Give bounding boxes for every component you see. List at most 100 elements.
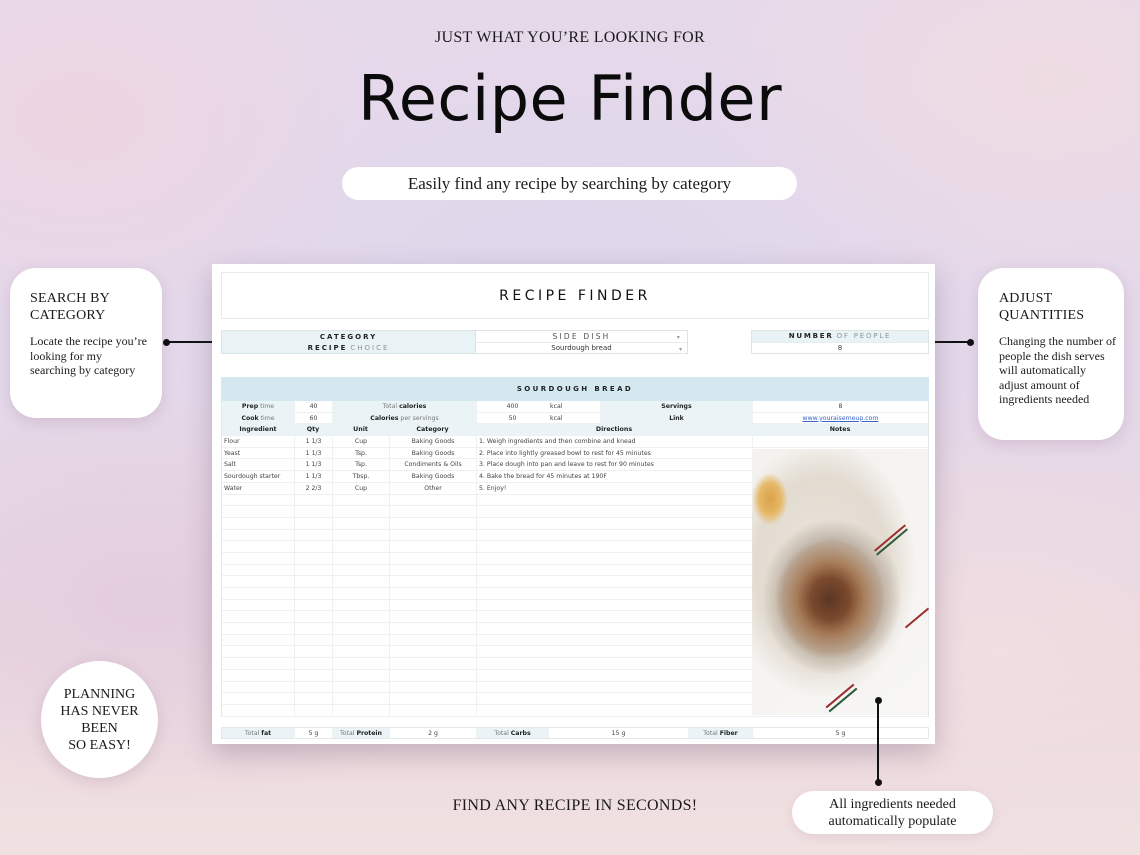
ingredient-qty[interactable] [294, 506, 332, 517]
direction-step[interactable] [476, 634, 752, 646]
ingredient-category[interactable]: Other [389, 482, 476, 494]
ingredient-unit[interactable] [332, 704, 389, 716]
direction-step[interactable] [476, 681, 752, 693]
direction-step[interactable]: 4. Bake the bread for 45 minutes at 190F [476, 471, 752, 482]
ingredient-qty[interactable] [294, 564, 332, 576]
ingredient-unit[interactable] [332, 529, 389, 541]
ingredient-qty[interactable] [294, 576, 332, 587]
direction-step[interactable] [476, 494, 752, 506]
ingredient-unit[interactable] [332, 541, 389, 552]
direction-step[interactable] [476, 552, 752, 564]
ingredient-qty[interactable]: 1 1/3 [294, 447, 332, 459]
ingredient-name[interactable] [222, 682, 294, 693]
total-calories-value[interactable]: 400 [476, 401, 548, 412]
direction-step[interactable] [476, 611, 752, 623]
ingredient-category[interactable] [389, 576, 476, 587]
direction-step[interactable] [476, 541, 752, 552]
ingredient-qty[interactable] [294, 623, 332, 634]
ingredient-category[interactable] [389, 669, 476, 681]
ingredient-name[interactable] [222, 506, 294, 517]
ingredient-name[interactable] [222, 646, 294, 657]
direction-step[interactable] [476, 517, 752, 529]
ingredient-name[interactable]: Salt [222, 459, 294, 470]
ingredient-name[interactable] [222, 565, 294, 576]
ingredient-qty[interactable]: 1 1/3 [294, 436, 332, 447]
ingredient-unit[interactable] [332, 634, 389, 646]
ingredient-unit[interactable]: Cup [332, 436, 389, 447]
ingredient-unit[interactable] [332, 599, 389, 611]
ingredient-name[interactable]: Water [222, 483, 294, 494]
prep-time-value[interactable]: 40 [294, 401, 332, 412]
ingredient-category[interactable] [389, 634, 476, 646]
ingredient-unit[interactable] [332, 681, 389, 693]
recipe-link-text[interactable]: www.youraisemeup.com [803, 415, 879, 422]
ingredient-qty[interactable] [294, 669, 332, 681]
direction-step[interactable]: 1. Weigh ingredients and then combine an… [476, 436, 752, 447]
ingredient-qty[interactable] [294, 529, 332, 541]
ingredient-unit[interactable]: Cup [332, 482, 389, 494]
ingredient-name[interactable] [222, 623, 294, 634]
ingredient-category[interactable]: Baking Goods [389, 471, 476, 482]
ingredient-qty[interactable] [294, 494, 332, 506]
ingredient-qty[interactable] [294, 517, 332, 529]
ingredient-qty[interactable] [294, 588, 332, 599]
ingredient-name[interactable] [222, 518, 294, 529]
ingredient-unit[interactable]: Tsp. [332, 447, 389, 459]
recipe-link[interactable]: www.youraisemeup.com [752, 412, 928, 424]
direction-step[interactable] [476, 564, 752, 576]
ingredient-category[interactable] [389, 681, 476, 693]
ingredient-unit[interactable] [332, 669, 389, 681]
ingredient-name[interactable]: Yeast [222, 448, 294, 459]
direction-step[interactable] [476, 623, 752, 634]
ingredient-unit[interactable] [332, 623, 389, 634]
people-input[interactable]: 8 [752, 341, 928, 354]
ingredient-name[interactable] [222, 495, 294, 506]
direction-step[interactable]: 3. Place dough into pan and leave to res… [476, 459, 752, 471]
cook-time-value[interactable]: 60 [294, 412, 332, 424]
ingredient-name[interactable]: Sourdough starter [222, 471, 294, 482]
direction-step[interactable] [476, 704, 752, 716]
ingredient-name[interactable] [222, 705, 294, 716]
ingredient-unit[interactable]: Tsp. [332, 459, 389, 471]
direction-step[interactable] [476, 646, 752, 658]
ingredient-name[interactable] [222, 670, 294, 681]
ingredient-name[interactable] [222, 530, 294, 541]
ingredient-name[interactable] [222, 576, 294, 587]
ingredient-unit[interactable] [332, 564, 389, 576]
ingredient-category[interactable] [389, 564, 476, 576]
direction-step[interactable] [476, 658, 752, 669]
direction-step[interactable] [476, 599, 752, 611]
category-dropdown[interactable]: SIDE DISH ▾ [475, 331, 687, 342]
ingredient-unit[interactable] [332, 494, 389, 506]
ingredient-name[interactable] [222, 611, 294, 622]
direction-step[interactable] [476, 693, 752, 704]
ingredient-category[interactable] [389, 646, 476, 658]
ingredient-name[interactable] [222, 541, 294, 552]
ingredient-name[interactable] [222, 658, 294, 669]
ingredient-category[interactable] [389, 529, 476, 541]
ingredient-category[interactable] [389, 541, 476, 552]
ingredient-qty[interactable] [294, 611, 332, 623]
ingredient-unit[interactable] [332, 517, 389, 529]
ingredient-category[interactable] [389, 517, 476, 529]
ingredient-category[interactable] [389, 506, 476, 517]
ingredient-unit[interactable]: Tbsp. [332, 471, 389, 482]
ingredient-category[interactable] [389, 599, 476, 611]
ingredient-qty[interactable]: 2 2/3 [294, 482, 332, 494]
ingredient-qty[interactable]: 1 1/3 [294, 459, 332, 471]
ingredient-unit[interactable] [332, 611, 389, 623]
ingredient-name[interactable] [222, 693, 294, 704]
direction-step[interactable] [476, 506, 752, 517]
ingredient-qty[interactable] [294, 646, 332, 658]
ingredient-unit[interactable] [332, 658, 389, 669]
ingredient-category[interactable]: Baking Goods [389, 447, 476, 459]
ingredient-category[interactable]: Condiments & Oils [389, 459, 476, 471]
ingredient-qty[interactable] [294, 541, 332, 552]
ingredient-category[interactable] [389, 494, 476, 506]
direction-step[interactable] [476, 529, 752, 541]
ingredient-category[interactable] [389, 611, 476, 623]
ingredient-unit[interactable] [332, 506, 389, 517]
ingredient-category[interactable] [389, 704, 476, 716]
ingredient-qty[interactable] [294, 681, 332, 693]
direction-step[interactable] [476, 576, 752, 587]
